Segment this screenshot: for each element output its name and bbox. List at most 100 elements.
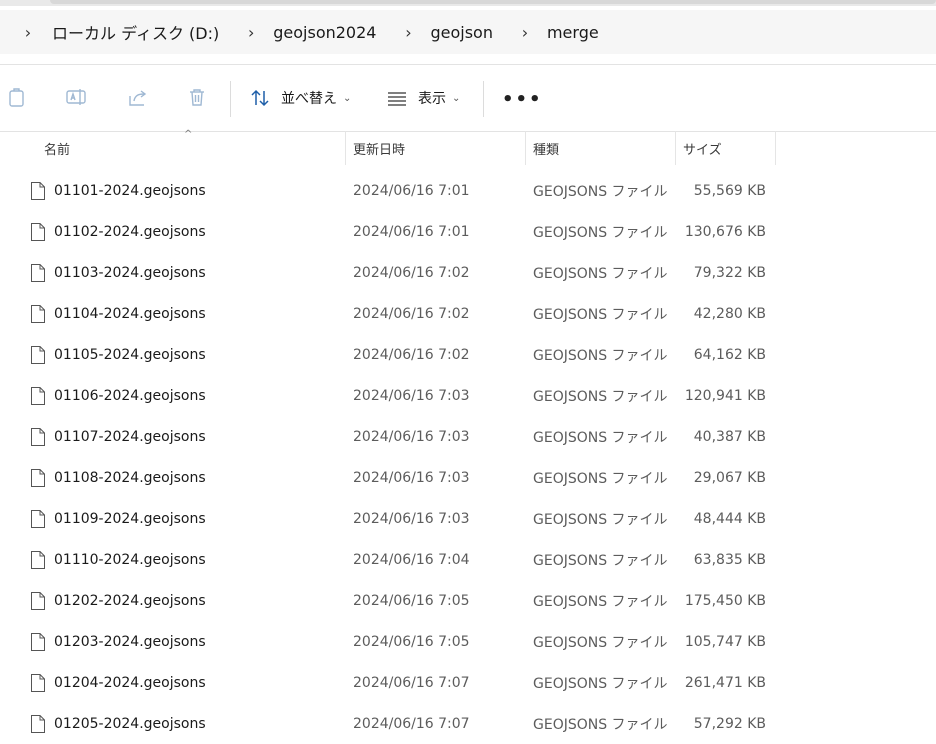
file-name-cell[interactable]: 01203-2024.geojsons bbox=[30, 621, 206, 662]
document-icon bbox=[31, 550, 45, 569]
column-resize-handle[interactable] bbox=[345, 131, 346, 165]
document-icon bbox=[31, 673, 45, 692]
file-row[interactable]: 01205-2024.geojsons 2024/06/16 7:07 GEOJSO… bbox=[0, 703, 936, 744]
view-label: 表示 bbox=[418, 91, 446, 107]
file-row[interactable]: 01102-2024.geojsons 2024/06/16 7:01 GEOJSO… bbox=[0, 211, 936, 252]
file-date: 2024/06/16 7:01 bbox=[353, 223, 470, 240]
toolbar-divider bbox=[230, 81, 231, 117]
file-row[interactable]: 01109-2024.geojsons 2024/06/16 7:03 GEOJSO… bbox=[0, 498, 936, 539]
file-name-cell[interactable]: 01101-2024.geojsons bbox=[30, 170, 206, 211]
file-name-cell[interactable]: 01105-2024.geojsons bbox=[30, 334, 206, 375]
breadcrumb-geojson2024[interactable]: geojson2024 bbox=[269, 23, 380, 42]
file-date: 2024/06/16 7:05 bbox=[353, 592, 470, 609]
sort-button[interactable]: 並べ替え ⌄ bbox=[249, 85, 351, 111]
view-lines-icon bbox=[388, 92, 406, 106]
file-row[interactable]: 01104-2024.geojsons 2024/06/16 7:02 GEOJSO… bbox=[0, 293, 936, 334]
breadcrumb-geojson[interactable]: geojson bbox=[426, 23, 497, 42]
file-name-cell[interactable]: 01106-2024.geojsons bbox=[30, 375, 206, 416]
column-resize-handle[interactable] bbox=[775, 131, 776, 165]
file-size: 55,569 KB bbox=[693, 182, 766, 199]
document-icon bbox=[31, 263, 45, 282]
document-icon bbox=[31, 386, 45, 405]
copy-icon[interactable] bbox=[5, 85, 29, 109]
file-name: 01204-2024.geojsons bbox=[54, 674, 206, 691]
file-name: 01106-2024.geojsons bbox=[54, 387, 206, 404]
file-name-cell[interactable]: 01205-2024.geojsons bbox=[30, 703, 206, 744]
file-name: 01104-2024.geojsons bbox=[54, 305, 206, 322]
file-type: GEOJSONS ファイル bbox=[533, 552, 668, 569]
file-date: 2024/06/16 7:05 bbox=[353, 633, 470, 650]
file-name-cell[interactable]: 01102-2024.geojsons bbox=[30, 211, 206, 252]
file-name: 01110-2024.geojsons bbox=[54, 551, 206, 568]
document-icon bbox=[31, 345, 45, 364]
more-options-button[interactable]: ••• bbox=[502, 89, 543, 110]
file-row[interactable]: 01202-2024.geojsons 2024/06/16 7:05 GEOJSO… bbox=[0, 580, 936, 621]
file-type: GEOJSONS ファイル bbox=[533, 593, 668, 610]
delete-icon[interactable] bbox=[185, 85, 209, 109]
file-date: 2024/06/16 7:03 bbox=[353, 387, 470, 404]
rename-icon[interactable] bbox=[64, 85, 88, 109]
file-name-cell[interactable]: 01109-2024.geojsons bbox=[30, 498, 206, 539]
file-row[interactable]: 01107-2024.geojsons 2024/06/16 7:03 GEOJSO… bbox=[0, 416, 936, 457]
chevron-right-icon[interactable]: › bbox=[241, 23, 261, 42]
file-row[interactable]: 01106-2024.geojsons 2024/06/16 7:03 GEOJSO… bbox=[0, 375, 936, 416]
file-size: 29,067 KB bbox=[693, 469, 766, 486]
file-size: 175,450 KB bbox=[684, 592, 766, 609]
file-name: 01107-2024.geojsons bbox=[54, 428, 206, 445]
file-name-cell[interactable]: 01204-2024.geojsons bbox=[30, 662, 206, 703]
breadcrumb-local-disk[interactable]: ローカル ディスク (D:) bbox=[48, 20, 223, 44]
file-name-cell[interactable]: 01104-2024.geojsons bbox=[30, 293, 206, 334]
column-resize-handle[interactable] bbox=[525, 131, 526, 165]
chevron-down-icon: ⌄ bbox=[452, 92, 461, 104]
file-name: 01102-2024.geojsons bbox=[54, 223, 206, 240]
file-name-cell[interactable]: 01107-2024.geojsons bbox=[30, 416, 206, 457]
file-name: 01202-2024.geojsons bbox=[54, 592, 206, 609]
file-name-cell[interactable]: 01202-2024.geojsons bbox=[30, 580, 206, 621]
file-row[interactable]: 01101-2024.geojsons 2024/06/16 7:01 GEOJSO… bbox=[0, 170, 936, 211]
document-icon bbox=[31, 714, 45, 733]
chevron-right-icon[interactable]: › bbox=[398, 23, 418, 42]
file-type: GEOJSONS ファイル bbox=[533, 429, 668, 446]
document-icon bbox=[31, 468, 45, 487]
column-resize-handle[interactable] bbox=[675, 131, 676, 165]
file-row[interactable]: 01108-2024.geojsons 2024/06/16 7:03 GEOJSO… bbox=[0, 457, 936, 498]
file-date: 2024/06/16 7:07 bbox=[353, 674, 470, 691]
share-icon[interactable] bbox=[126, 85, 150, 109]
breadcrumb-merge[interactable]: merge bbox=[543, 23, 603, 42]
file-type: GEOJSONS ファイル bbox=[533, 183, 668, 200]
file-size: 40,387 KB bbox=[693, 428, 766, 445]
column-header-date[interactable]: 更新日時 bbox=[353, 131, 405, 165]
column-header-name[interactable]: 名前 bbox=[44, 131, 70, 165]
column-header-size[interactable]: サイズ bbox=[683, 131, 722, 165]
file-name: 01109-2024.geojsons bbox=[54, 510, 206, 527]
file-size: 79,322 KB bbox=[693, 264, 766, 281]
file-list: 01101-2024.geojsons 2024/06/16 7:01 GEOJSO… bbox=[0, 170, 936, 744]
document-icon bbox=[31, 427, 45, 446]
file-type: GEOJSONS ファイル bbox=[533, 675, 668, 692]
view-button[interactable]: 表示 ⌄ bbox=[386, 85, 460, 111]
file-name-cell[interactable]: 01108-2024.geojsons bbox=[30, 457, 206, 498]
file-date: 2024/06/16 7:02 bbox=[353, 264, 470, 281]
file-name-cell[interactable]: 01110-2024.geojsons bbox=[30, 539, 206, 580]
file-row[interactable]: 01103-2024.geojsons 2024/06/16 7:02 GEOJSO… bbox=[0, 252, 936, 293]
command-bar: 並べ替え ⌄ 表示 ⌄ ••• bbox=[0, 64, 936, 132]
file-date: 2024/06/16 7:07 bbox=[353, 715, 470, 732]
file-size: 130,676 KB bbox=[684, 223, 766, 240]
file-name-cell[interactable]: 01103-2024.geojsons bbox=[30, 252, 206, 293]
file-row[interactable]: 01204-2024.geojsons 2024/06/16 7:07 GEOJSO… bbox=[0, 662, 936, 703]
file-date: 2024/06/16 7:03 bbox=[353, 510, 470, 527]
toolbar-divider bbox=[483, 81, 484, 117]
chevron-right-icon[interactable]: › bbox=[18, 23, 38, 42]
file-type: GEOJSONS ファイル bbox=[533, 511, 668, 528]
file-row[interactable]: 01110-2024.geojsons 2024/06/16 7:04 GEOJSO… bbox=[0, 539, 936, 580]
file-row[interactable]: 01105-2024.geojsons 2024/06/16 7:02 GEOJSO… bbox=[0, 334, 936, 375]
file-size: 42,280 KB bbox=[693, 305, 766, 322]
sort-arrows-icon bbox=[251, 89, 269, 107]
file-size: 57,292 KB bbox=[693, 715, 766, 732]
chevron-right-icon[interactable]: › bbox=[515, 23, 535, 42]
file-row[interactable]: 01203-2024.geojsons 2024/06/16 7:05 GEOJSO… bbox=[0, 621, 936, 662]
file-name: 01203-2024.geojsons bbox=[54, 633, 206, 650]
file-type: GEOJSONS ファイル bbox=[533, 470, 668, 487]
column-header-type[interactable]: 種類 bbox=[533, 131, 559, 165]
file-date: 2024/06/16 7:02 bbox=[353, 305, 470, 322]
